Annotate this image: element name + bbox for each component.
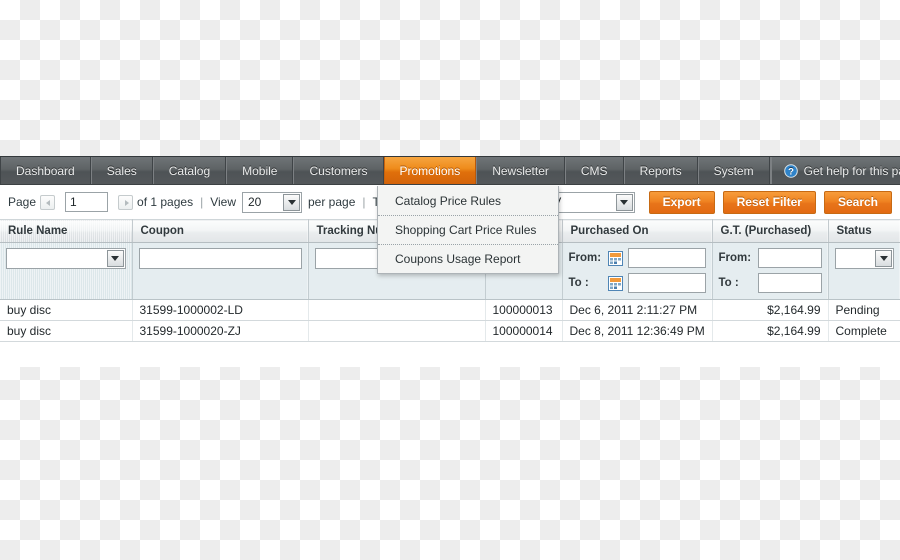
status-filter-select[interactable] (834, 248, 894, 269)
nav-item-sales[interactable]: Sales (90, 157, 153, 184)
filter-cell-purchased-on: From: To: (562, 242, 713, 300)
chevron-down-icon (875, 250, 892, 267)
nav-label: Promotions (399, 163, 461, 178)
magento-admin-app: Dashboard Sales Catalog Mobile Customers… (0, 156, 900, 367)
promotions-dropdown-menu: Catalog Price Rules Shopping Cart Price … (377, 186, 559, 274)
per-page-value: 20 (248, 195, 262, 209)
purchased-to-row: To : (569, 273, 706, 293)
gt-to-row: To : (719, 273, 822, 293)
toolbar-separator-2: | (362, 195, 366, 209)
nav-label: Reports (639, 163, 682, 178)
filter-cell-gt-purchased: From: To : (712, 242, 829, 300)
toolbar-separator-1: | (200, 195, 204, 209)
purchased-from-label: From: (568, 252, 602, 264)
table-row[interactable]: buy disc 31599-1000020-ZJ 100000014 Dec … (0, 320, 900, 342)
cell-purchased-on[interactable]: Dec 8, 2011 12:36:49 PM (562, 320, 713, 342)
menu-item-catalog-price-rules[interactable]: Catalog Price Rules (378, 187, 558, 216)
cell-purchased-on[interactable]: Dec 6, 2011 2:11:27 PM (562, 299, 713, 321)
chevron-right-icon[interactable] (118, 194, 134, 210)
column-header-status[interactable]: Status (828, 219, 900, 243)
nav-label: Sales (106, 163, 137, 178)
menu-item-label: Coupons Usage Report (395, 252, 521, 266)
purchased-from-row: From: (569, 248, 706, 268)
per-page-label: per page (308, 195, 356, 209)
nav-item-system[interactable]: System (697, 157, 770, 184)
cell-order-number[interactable]: 100000013 (485, 299, 563, 321)
chevron-down-icon (106, 250, 124, 267)
nav-label: Mobile (242, 163, 278, 178)
nav-item-catalog[interactable]: Catalog (152, 157, 227, 184)
rule-name-filter-select[interactable] (6, 248, 126, 269)
column-header-purchased-on[interactable]: Purchased On (562, 219, 713, 243)
reset-filter-button[interactable]: Reset Filter (722, 190, 816, 214)
purchased-from-input[interactable] (627, 248, 706, 268)
nav-item-dashboard[interactable]: Dashboard (0, 157, 91, 184)
column-header-coupon[interactable]: Coupon (132, 219, 309, 243)
column-header-gt-purchased[interactable]: G.T. (Purchased) (712, 219, 829, 243)
column-header-rule-name[interactable]: Rule Name (0, 219, 133, 243)
nav-item-newsletter[interactable]: Newsletter (476, 157, 565, 184)
nav-label: System (713, 163, 754, 178)
nav-label: CMS (580, 163, 608, 178)
svg-text:?: ? (788, 166, 794, 177)
cell-gt-purchased[interactable]: $2,164.99 (712, 320, 829, 342)
menu-item-coupons-usage-report[interactable]: Coupons Usage Report (378, 245, 558, 273)
nav-label: Dashboard (16, 163, 75, 178)
nav-item-cms[interactable]: CMS (564, 157, 624, 184)
gt-from-label: From: (718, 252, 752, 264)
nav-label: Customers (309, 163, 368, 178)
main-navigation: Dashboard Sales Catalog Mobile Customers… (0, 156, 900, 274)
nav-item-customers[interactable]: Customers (293, 157, 384, 184)
gt-to-label: To : (718, 277, 739, 289)
question-circle-icon: ? (783, 163, 798, 178)
purchased-to-input[interactable] (627, 273, 706, 293)
nav-item-reports[interactable]: Reports (623, 157, 698, 184)
gt-from-input[interactable] (757, 248, 822, 268)
purchased-to-label: To : (568, 277, 589, 289)
cell-gt-purchased[interactable]: $2,164.99 (712, 299, 829, 321)
filter-cell-rule-name (0, 242, 133, 300)
filter-cell-coupon (132, 242, 309, 300)
cell-coupon[interactable]: 31599-1000002-LD (132, 299, 309, 321)
menu-item-shopping-cart-price-rules[interactable]: Shopping Cart Price Rules (378, 216, 558, 245)
toolbar-right-group: to: CSV Export Reset Filter Search (503, 190, 892, 214)
cell-status[interactable]: Complete (828, 320, 900, 342)
cell-tracking-number[interactable] (308, 299, 486, 321)
cell-tracking-number[interactable] (308, 320, 486, 342)
chevron-down-icon (283, 193, 300, 211)
view-label: View (210, 195, 236, 209)
per-page-select[interactable]: 20 (242, 191, 302, 213)
search-button[interactable]: Search (823, 190, 892, 214)
of-pages-label: of 1 pages (137, 195, 194, 209)
menu-item-label: Shopping Cart Price Rules (395, 223, 537, 237)
nav-item-mobile[interactable]: Mobile (226, 157, 294, 184)
chevron-left-icon[interactable] (40, 194, 56, 210)
get-help-link[interactable]: ? Get help for this page (770, 157, 900, 184)
chevron-down-icon (615, 193, 633, 211)
cell-status[interactable]: Pending (828, 299, 900, 321)
nav-label: Catalog (168, 163, 211, 178)
calendar-icon[interactable] (607, 275, 623, 291)
page-label: Page (8, 195, 37, 209)
get-help-label: Get help for this page (803, 163, 900, 178)
calendar-icon[interactable] (607, 250, 623, 266)
export-button[interactable]: Export (648, 190, 715, 214)
table-row[interactable]: buy disc 31599-1000002-LD 100000013 Dec … (0, 299, 900, 321)
menu-item-label: Catalog Price Rules (395, 194, 502, 208)
nav-item-promotions[interactable]: Promotions (383, 157, 477, 184)
filter-cell-status (828, 242, 900, 300)
gt-to-input[interactable] (757, 273, 822, 293)
gt-from-row: From: (719, 248, 822, 268)
page-input[interactable] (65, 192, 109, 212)
nav-label: Newsletter (492, 163, 549, 178)
cell-order-number[interactable]: 100000014 (485, 320, 563, 342)
coupon-filter-input[interactable] (138, 248, 302, 269)
cell-coupon[interactable]: 31599-1000020-ZJ (132, 320, 309, 342)
cell-rule-name[interactable]: buy disc (0, 299, 133, 321)
cell-rule-name[interactable]: buy disc (0, 320, 133, 342)
